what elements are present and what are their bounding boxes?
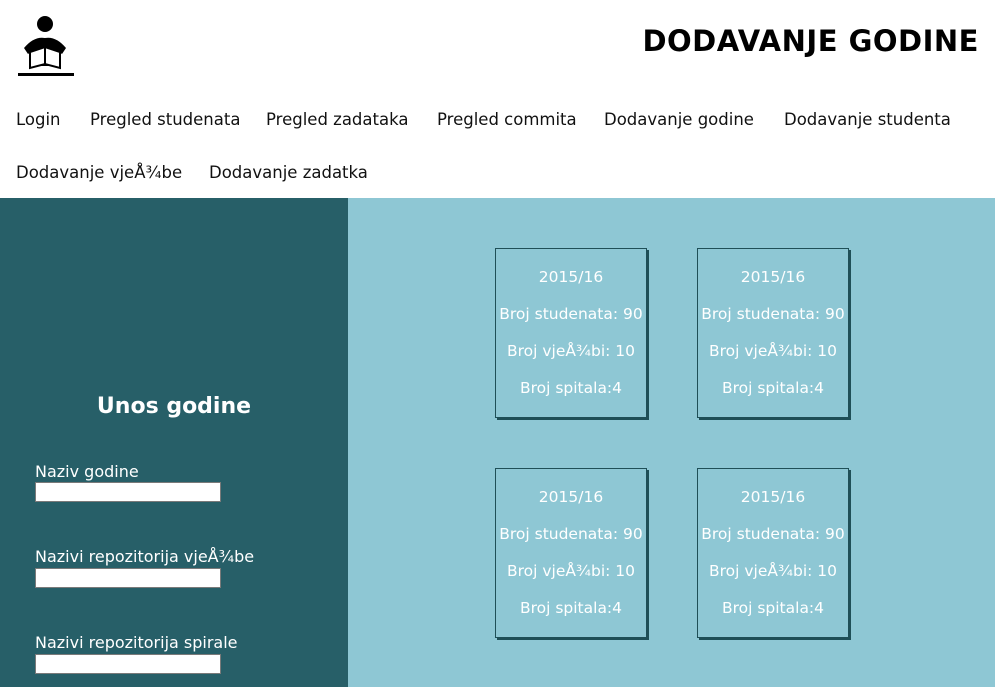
nav-item-pregled-studenata[interactable]: Pregled studenata xyxy=(90,110,240,129)
card-students: Broj studenata: 90 xyxy=(701,525,845,543)
card-spirals: Broj spitala:4 xyxy=(519,379,623,397)
card-students: Broj studenata: 90 xyxy=(499,525,643,543)
card-year: 2015/16 xyxy=(538,268,604,286)
repozitorij-vjezbe-label: Nazivi repozitorija vjeÅ¾be xyxy=(35,547,255,566)
card-spirals: Broj spitala:4 xyxy=(721,599,825,617)
repozitorij-spirale-input[interactable] xyxy=(35,654,221,674)
year-card[interactable]: 2015/16 Broj studenata: 90 Broj vjeÅ¾bi:… xyxy=(495,248,647,418)
nav-item-login[interactable]: Login xyxy=(16,110,61,129)
card-spirals: Broj spitala:4 xyxy=(721,379,825,397)
form-title: Unos godine xyxy=(96,394,252,419)
page-title: DODAVANJE GODINE xyxy=(642,24,979,58)
card-exercises: Broj vjeÅ¾bi: 10 xyxy=(506,342,636,360)
naziv-godine-label: Naziv godine xyxy=(35,462,139,481)
card-exercises: Broj vjeÅ¾bi: 10 xyxy=(708,562,838,580)
repozitorij-spirale-label: Nazivi repozitorija spirale xyxy=(35,633,238,652)
nav-item-dodavanje-studenta[interactable]: Dodavanje studenta xyxy=(784,110,951,129)
card-exercises: Broj vjeÅ¾bi: 10 xyxy=(708,342,838,360)
reader-icon xyxy=(16,14,76,78)
year-entry-panel: Unos godine Naziv godine Nazivi repozito… xyxy=(0,198,348,687)
nav-item-dodavanje-vjezbe[interactable]: Dodavanje vjeÅ¾be xyxy=(16,163,182,182)
year-card[interactable]: 2015/16 Broj studenata: 90 Broj vjeÅ¾bi:… xyxy=(697,468,849,638)
nav-item-pregled-commita[interactable]: Pregled commita xyxy=(437,110,577,129)
card-exercises: Broj vjeÅ¾bi: 10 xyxy=(506,562,636,580)
years-panel: 2015/16 Broj studenata: 90 Broj vjeÅ¾bi:… xyxy=(348,198,995,687)
nav-item-dodavanje-godine[interactable]: Dodavanje godine xyxy=(604,110,754,129)
card-year: 2015/16 xyxy=(538,488,604,506)
year-card[interactable]: 2015/16 Broj studenata: 90 Broj vjeÅ¾bi:… xyxy=(495,468,647,638)
card-year: 2015/16 xyxy=(740,488,806,506)
card-spirals: Broj spitala:4 xyxy=(519,599,623,617)
nav-item-dodavanje-zadatka[interactable]: Dodavanje zadatka xyxy=(209,163,368,182)
header: DODAVANJE GODINE Login Pregled studenata… xyxy=(0,0,995,198)
card-students: Broj studenata: 90 xyxy=(701,305,845,323)
card-students: Broj studenata: 90 xyxy=(499,305,643,323)
naziv-godine-input[interactable] xyxy=(35,482,221,502)
card-year: 2015/16 xyxy=(740,268,806,286)
year-card[interactable]: 2015/16 Broj studenata: 90 Broj vjeÅ¾bi:… xyxy=(697,248,849,418)
repozitorij-vjezbe-input[interactable] xyxy=(35,568,221,588)
nav-item-pregled-zadataka[interactable]: Pregled zadataka xyxy=(266,110,408,129)
